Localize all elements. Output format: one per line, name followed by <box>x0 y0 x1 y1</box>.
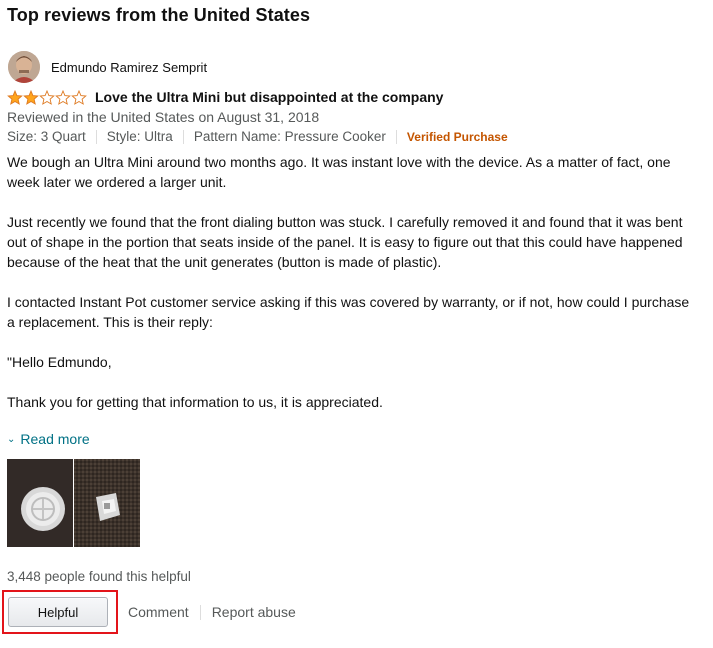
avatar[interactable] <box>8 51 40 83</box>
divider <box>95 129 97 144</box>
helpful-button[interactable]: Helpful <box>8 597 108 627</box>
report-abuse-link[interactable]: Report abuse <box>212 604 296 620</box>
highlight-box: Helpful <box>2 590 118 634</box>
star-icon <box>23 89 39 105</box>
review-image-thumbnail[interactable] <box>74 459 140 547</box>
divider <box>182 129 184 144</box>
star-icon <box>55 89 71 105</box>
variant-size[interactable]: Size: 3 Quart <box>7 129 86 144</box>
review-paragraph: I contacted Instant Pot customer service… <box>7 294 690 330</box>
divider <box>395 129 397 144</box>
reviewer-name[interactable]: Edmundo Ramirez Semprit <box>51 60 207 75</box>
variant-info: Size: 3 Quart Style: Ultra Pattern Name:… <box>7 129 508 144</box>
star-rating[interactable] <box>7 89 87 105</box>
comment-link[interactable]: Comment <box>128 604 189 620</box>
star-icon <box>39 89 55 105</box>
chevron-down-icon: ⌄ <box>7 433 16 445</box>
helpful-count: 3,448 people found this helpful <box>7 569 191 584</box>
review-image-thumbnail[interactable] <box>7 459 73 547</box>
variant-style[interactable]: Style: Ultra <box>107 129 173 144</box>
review-title[interactable]: Love the Ultra Mini but disappointed at … <box>95 89 443 105</box>
divider <box>199 604 201 620</box>
read-more-link[interactable]: ⌄ Read more <box>7 431 90 447</box>
review-date: Reviewed in the United States on August … <box>7 109 320 125</box>
review-images <box>7 459 141 547</box>
star-icon <box>71 89 87 105</box>
variant-pattern[interactable]: Pattern Name: Pressure Cooker <box>194 129 386 144</box>
star-icon <box>7 89 23 105</box>
section-title: Top reviews from the United States <box>7 5 311 25</box>
review-paragraph: Just recently we found that the front di… <box>7 214 683 270</box>
review-paragraph: We bough an Ultra Mini around two months… <box>7 154 671 190</box>
verified-purchase-badge[interactable]: Verified Purchase <box>407 130 508 144</box>
review-paragraph: Thank you for getting that information t… <box>7 394 383 410</box>
review-body: We bough an Ultra Mini around two months… <box>7 152 697 432</box>
rating-row: Love the Ultra Mini but disappointed at … <box>7 88 443 106</box>
reviewer-profile[interactable]: Edmundo Ramirez Semprit <box>8 51 207 83</box>
review-actions: Helpful Comment Report abuse <box>2 590 296 634</box>
read-more-label: Read more <box>20 431 90 447</box>
review-paragraph: "Hello Edmundo, <box>7 354 112 370</box>
